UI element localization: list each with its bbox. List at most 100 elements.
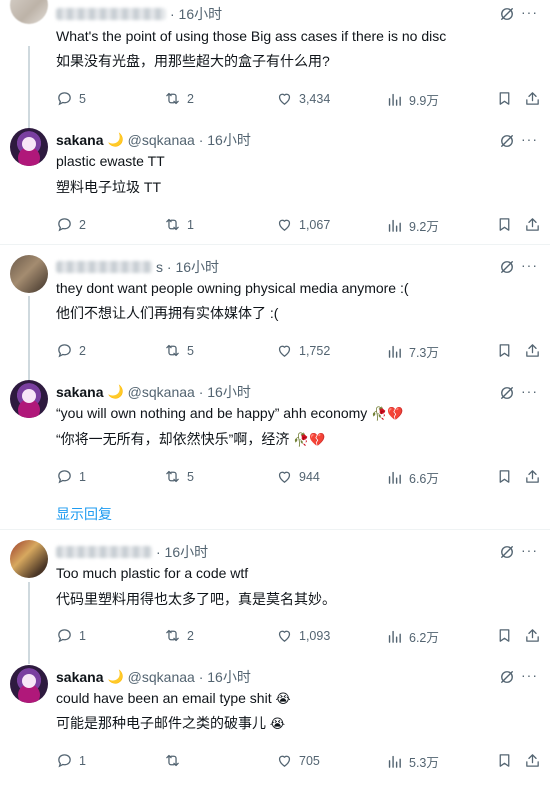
retweet-button[interactable]: 1 (164, 216, 194, 233)
grok-icon[interactable] (498, 5, 516, 23)
share-button[interactable] (524, 468, 547, 485)
more-icon[interactable]: ··· (521, 543, 538, 557)
blurred-username (56, 8, 166, 20)
like-icon (276, 90, 293, 107)
like-icon (276, 627, 293, 644)
views-button[interactable]: 9.9万 (386, 90, 439, 109)
views-button[interactable]: 6.6万 (386, 468, 439, 487)
bookmark-icon (496, 342, 513, 359)
bookmark-icon (496, 627, 513, 644)
tweet-actions: 1 5 944 6.6万 (0, 468, 550, 486)
like-button[interactable]: 1,093 (276, 627, 330, 644)
more-icon[interactable]: ··· (521, 258, 538, 272)
tweet-actions: 2 5 1,752 7.3万 (0, 342, 550, 360)
share-button[interactable] (524, 752, 547, 769)
grok-icon[interactable] (498, 258, 516, 276)
more-icon[interactable]: ··· (521, 384, 538, 398)
show-replies-link[interactable]: 显示回复 (56, 504, 112, 524)
like-button[interactable]: 1,067 (276, 216, 330, 233)
avatar[interactable] (10, 380, 48, 418)
tweet-header: · 16小时 (56, 5, 222, 23)
reply-button[interactable]: 1 (56, 627, 86, 644)
tweet-actions: 2 1 1,067 9.2万 (0, 216, 550, 234)
moon-emoji: 🌙 (107, 669, 124, 684)
tweet-actions: 1 2 1,093 6.2万 (0, 627, 550, 645)
reply-button[interactable]: 1 (56, 468, 86, 485)
grok-icon[interactable] (498, 668, 516, 686)
tweet-header: · 16小时 (56, 543, 208, 561)
views-button[interactable]: 5.3万 (386, 752, 439, 771)
bookmark-button[interactable] (496, 90, 519, 107)
bookmark-button[interactable] (496, 468, 519, 485)
handle-time[interactable]: @sqkanaa · 16小时 (128, 668, 251, 686)
share-button[interactable] (524, 342, 547, 359)
bookmark-icon (496, 90, 513, 107)
retweet-button[interactable]: 2 (164, 627, 194, 644)
reply-button[interactable]: 2 (56, 216, 86, 233)
grok-icon[interactable] (498, 384, 516, 402)
retweet-icon (164, 90, 181, 107)
avatar[interactable] (10, 0, 48, 24)
bookmark-icon (496, 216, 513, 233)
more-icon[interactable]: ··· (521, 668, 538, 682)
retweet-button[interactable]: 5 (164, 342, 194, 359)
handle-time[interactable]: @sqkanaa · 16小时 (128, 383, 251, 401)
moon-emoji: 🌙 (107, 384, 124, 399)
grok-icon[interactable] (498, 132, 516, 150)
bookmark-button[interactable] (496, 342, 519, 359)
avatar[interactable] (10, 255, 48, 293)
share-icon (524, 90, 541, 107)
reply-icon (56, 216, 73, 233)
thread-line (28, 46, 30, 128)
retweet-button[interactable]: 5 (164, 468, 194, 485)
bookmark-button[interactable] (496, 216, 519, 233)
bookmark-button[interactable] (496, 627, 519, 644)
thread-line (28, 296, 30, 380)
avatar[interactable] (10, 128, 48, 166)
bookmark-button[interactable] (496, 752, 519, 769)
more-icon[interactable]: ··· (521, 132, 538, 146)
divider (0, 529, 550, 530)
handle-time[interactable]: @sqkanaa · 16小时 (128, 131, 251, 149)
like-button[interactable]: 705 (276, 752, 320, 769)
display-name[interactable]: sakana (56, 383, 103, 401)
grok-icon[interactable] (498, 543, 516, 561)
views-count: 9.9万 (409, 94, 439, 108)
tweet-text: could have been an email type shit 😭 (56, 689, 536, 708)
views-icon (386, 91, 403, 108)
retweet-icon (164, 216, 181, 233)
share-button[interactable] (524, 90, 547, 107)
share-button[interactable] (524, 627, 547, 644)
tweet-header: sakana 🌙 @sqkanaa · 16小时 (56, 383, 251, 401)
share-button[interactable] (524, 216, 547, 233)
display-name[interactable]: sakana (56, 668, 103, 686)
views-icon (386, 217, 403, 234)
like-icon (276, 216, 293, 233)
avatar[interactable] (10, 540, 48, 578)
reply-icon (56, 468, 73, 485)
avatar[interactable] (10, 665, 48, 703)
retweet-button[interactable]: 2 (164, 90, 194, 107)
tweet-time: · 16小时 (170, 6, 223, 22)
reply-button[interactable]: 2 (56, 342, 86, 359)
reply-button[interactable]: 5 (56, 90, 86, 107)
like-button[interactable]: 944 (276, 468, 320, 485)
reply-icon (56, 90, 73, 107)
reply-button[interactable]: 1 (56, 752, 86, 769)
reply-count: 2 (79, 217, 86, 232)
retweet-button[interactable] (164, 752, 187, 769)
like-count: 705 (299, 753, 320, 768)
views-button[interactable]: 6.2万 (386, 627, 439, 646)
like-button[interactable]: 3,434 (276, 90, 330, 107)
reply-count: 1 (79, 469, 86, 484)
tweet-text: What's the point of using those Big ass … (56, 28, 447, 44)
more-icon[interactable]: ··· (521, 5, 538, 19)
like-button[interactable]: 1,752 (276, 342, 330, 359)
share-icon (524, 216, 541, 233)
share-icon (524, 627, 541, 644)
views-button[interactable]: 9.2万 (386, 216, 439, 235)
retweet-count: 2 (187, 91, 194, 106)
views-button[interactable]: 7.3万 (386, 342, 439, 361)
display-name[interactable]: sakana (56, 131, 103, 149)
retweet-count: 5 (187, 343, 194, 358)
